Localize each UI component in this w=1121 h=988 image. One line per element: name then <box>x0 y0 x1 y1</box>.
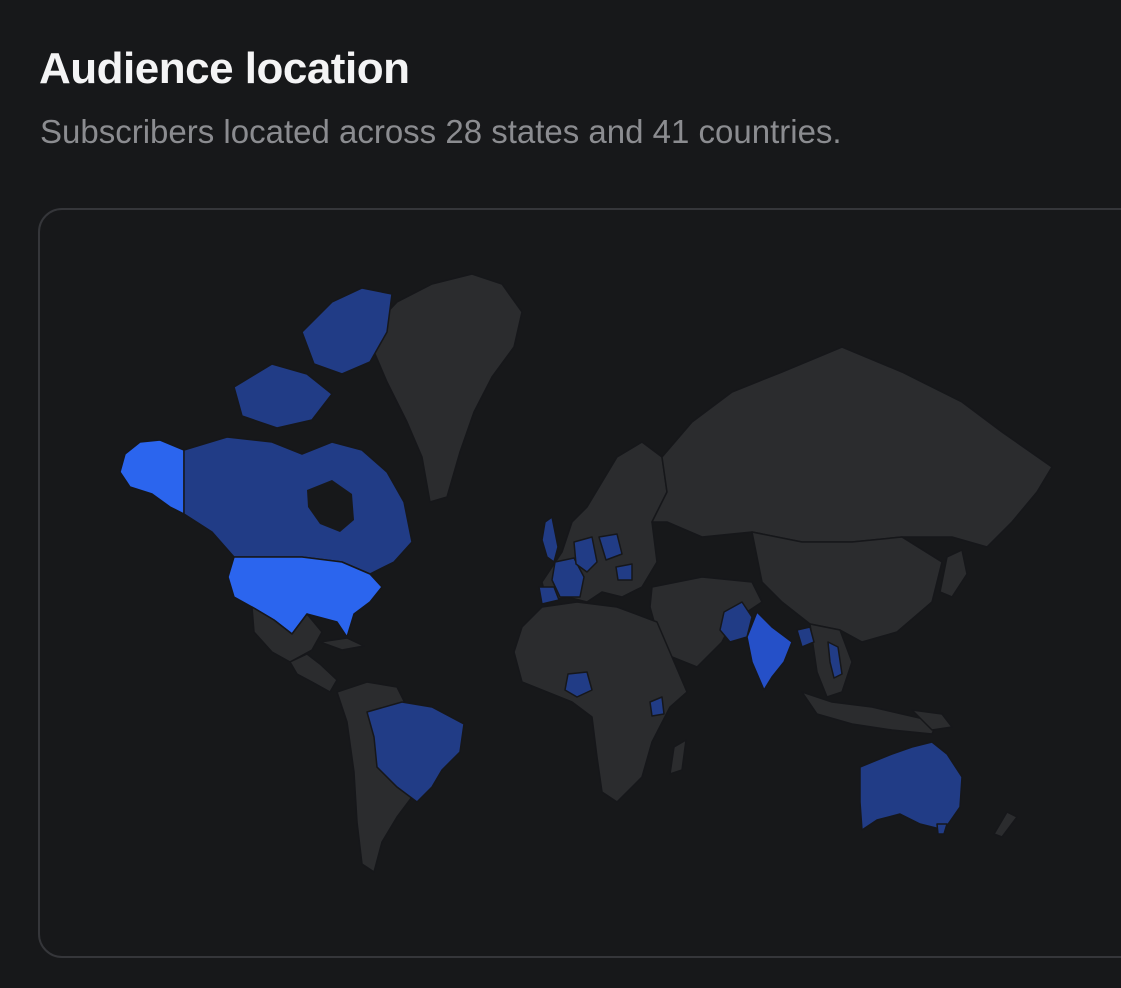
region-tasmania[interactable] <box>936 823 948 835</box>
page-title: Audience location <box>39 44 410 93</box>
page-subtitle: Subscribers located across 28 states and… <box>40 113 842 150</box>
region-australia[interactable] <box>859 741 963 831</box>
country-madagascar[interactable] <box>669 739 687 775</box>
country-japan[interactable] <box>939 549 968 598</box>
region-russia[interactable] <box>651 346 1053 548</box>
region-alaska[interactable] <box>119 439 185 515</box>
region-romania[interactable] <box>615 563 633 581</box>
region-bangladesh[interactable] <box>796 626 815 648</box>
region-central-america[interactable] <box>289 653 338 693</box>
country-new-zealand[interactable] <box>993 811 1018 838</box>
region-canada[interactable] <box>183 436 413 575</box>
region-canada-islands[interactable] <box>233 363 333 429</box>
audience-map-card <box>38 208 1121 958</box>
country-greenland[interactable] <box>371 273 523 503</box>
region-china[interactable] <box>751 531 943 643</box>
region-caribbean[interactable] <box>319 637 365 651</box>
region-india[interactable] <box>746 611 793 691</box>
world-map <box>119 273 1053 873</box>
region-united-kingdom[interactable] <box>541 516 559 563</box>
